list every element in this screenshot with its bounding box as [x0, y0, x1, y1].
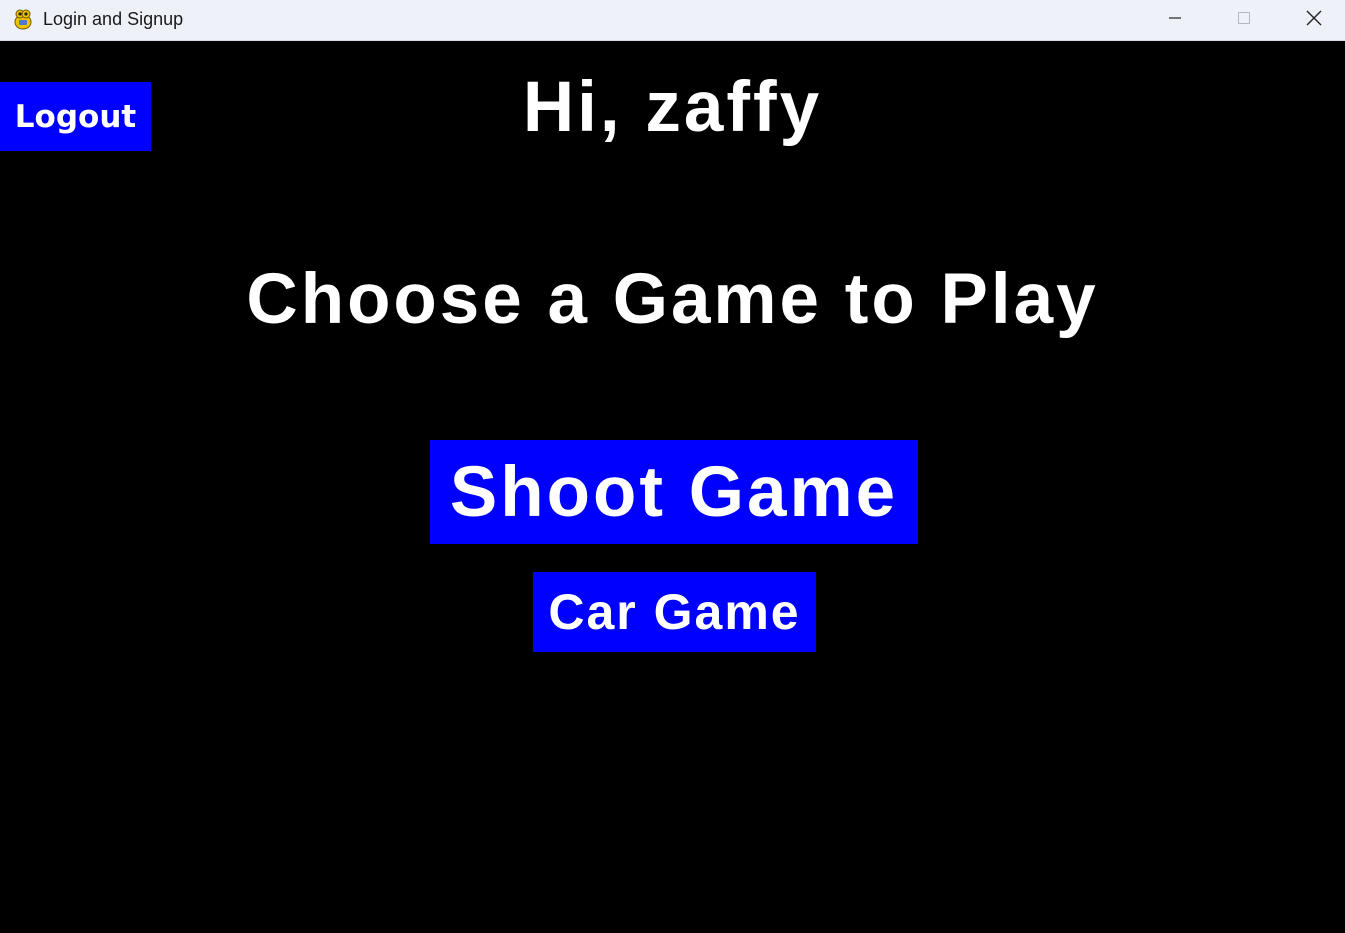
close-button[interactable]	[1279, 0, 1345, 40]
maximize-button[interactable]	[1209, 0, 1279, 40]
shoot-game-button[interactable]: Shoot Game	[430, 440, 918, 544]
close-icon	[1305, 9, 1323, 32]
greeting-text: Hi, zaffy	[522, 68, 823, 147]
game-menu-screen: Logout Hi, zaffy Choose a Game to Play S…	[0, 42, 1345, 933]
pygame-snake-icon	[11, 7, 35, 31]
maximize-icon	[1236, 10, 1252, 31]
page-title: Choose a Game to Play	[246, 260, 1099, 339]
minimize-button[interactable]	[1140, 0, 1210, 40]
app-window: Login and Signup Logout Hi, zaffy Choose…	[0, 0, 1345, 933]
window-title: Login and Signup	[43, 9, 184, 29]
title-bar[interactable]: Login and Signup	[0, 0, 1345, 41]
minimize-icon	[1167, 10, 1183, 31]
car-game-button[interactable]: Car Game	[533, 572, 816, 652]
